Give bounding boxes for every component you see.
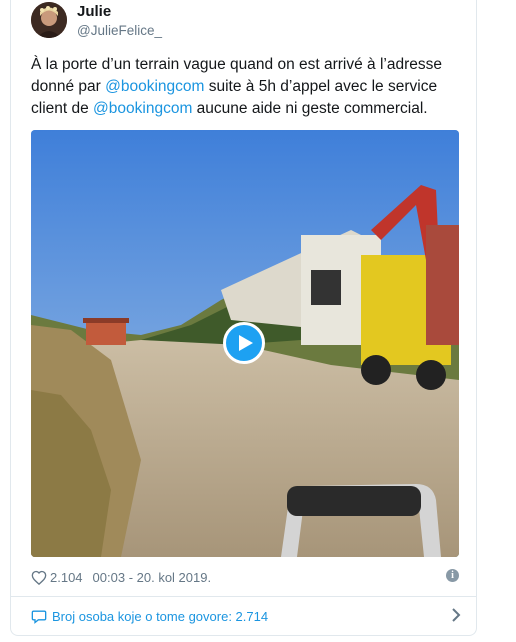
- tweet-text-part: aucune aide ni geste commercial.: [192, 100, 428, 117]
- heart-icon[interactable]: [31, 570, 47, 585]
- conversation-count[interactable]: Broj osoba koje o tome govore: 2.714: [52, 609, 268, 624]
- like-count[interactable]: 2.104: [50, 570, 83, 585]
- tweet-meta: 2.104 00:03 - 20. kol 2019. i: [31, 567, 459, 587]
- mention-link[interactable]: @bookingcom: [105, 78, 204, 95]
- mention-link[interactable]: @bookingcom: [93, 100, 192, 117]
- timestamp[interactable]: 00:03 - 20. kol 2019.: [93, 570, 212, 585]
- speech-bubble-icon: [31, 609, 47, 624]
- video-player[interactable]: [31, 130, 459, 557]
- conversation-link[interactable]: Broj osoba koje o tome govore: 2.714: [31, 606, 461, 626]
- divider: [11, 596, 476, 597]
- avatar[interactable]: [31, 2, 67, 38]
- tweet-text: À la porte d’un terrain vague quand on e…: [31, 54, 467, 120]
- play-button[interactable]: [223, 322, 265, 364]
- user-handle[interactable]: @JulieFelice_: [77, 23, 162, 38]
- tweet-card: Julie @JulieFelice_ À la porte d’un terr…: [10, 0, 477, 636]
- user-display-name[interactable]: Julie: [77, 3, 111, 20]
- chevron-right-icon[interactable]: [451, 608, 461, 625]
- play-icon: [238, 335, 253, 351]
- info-icon[interactable]: i: [446, 569, 459, 582]
